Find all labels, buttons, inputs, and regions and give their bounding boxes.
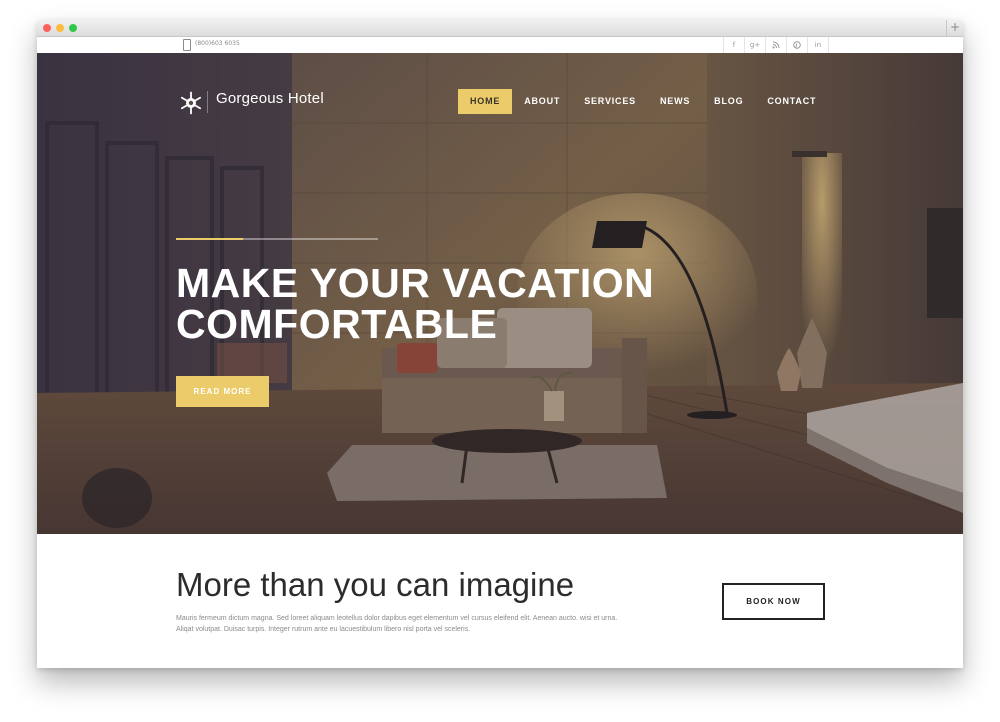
rss-icon[interactable] [765,37,786,53]
section-text: Mauris fermeum dictum magna. Sed loreet … [176,613,656,635]
google-plus-icon[interactable]: g+ [744,37,765,53]
hero-title-line-1: MAKE YOUR VACATION [176,260,655,306]
logo-text[interactable]: Gorgeous Hotel [216,90,324,107]
minimize-window-button[interactable] [56,24,64,32]
phone-icon [183,39,191,51]
book-now-button[interactable]: BOOK NOW [722,583,825,620]
social-links: f g+ in [723,37,829,53]
nav-item-blog[interactable]: BLOG [702,89,755,114]
new-tab-button[interactable]: + [946,20,963,36]
hero-title-line-2: COMFORTABLE [176,301,498,347]
phone-number: (800)603 6035 [195,40,240,47]
hero-divider-accent [176,238,243,240]
browser-window: + (800)603 6035 f g+ in Gorgeous Hotel H… [37,20,963,668]
nav-item-home[interactable]: HOME [458,89,513,114]
pinterest-icon[interactable] [786,37,807,53]
nav-item-contact[interactable]: CONTACT [755,89,828,114]
read-more-button[interactable]: READ MORE [176,376,269,407]
nav-item-services[interactable]: SERVICES [572,89,648,114]
snowflake-emblem-icon[interactable] [179,91,203,115]
facebook-icon[interactable]: f [723,37,744,53]
top-bar: (800)603 6035 f g+ in [37,37,963,53]
section-title: More than you can imagine [176,566,575,603]
hero-section: Gorgeous Hotel HOME ABOUT SERVICES NEWS … [37,53,963,534]
hero-title: MAKE YOUR VACATION COMFORTABLE [176,263,736,345]
hero-divider-lines [176,238,378,240]
maximize-window-button[interactable] [69,24,77,32]
nav-item-news[interactable]: NEWS [648,89,702,114]
main-navigation: HOME ABOUT SERVICES NEWS BLOG CONTACT [458,89,828,114]
logo-divider [207,91,208,113]
section-text-line-2: Aliqat volutpat. Duisac turpis. Integer … [176,626,471,633]
section-text-line-1: Mauris fermeum dictum magna. Sed loreet … [176,615,618,622]
linkedin-icon[interactable]: in [807,37,829,53]
browser-chrome: + [37,20,963,37]
close-window-button[interactable] [43,24,51,32]
nav-item-about[interactable]: ABOUT [512,89,572,114]
